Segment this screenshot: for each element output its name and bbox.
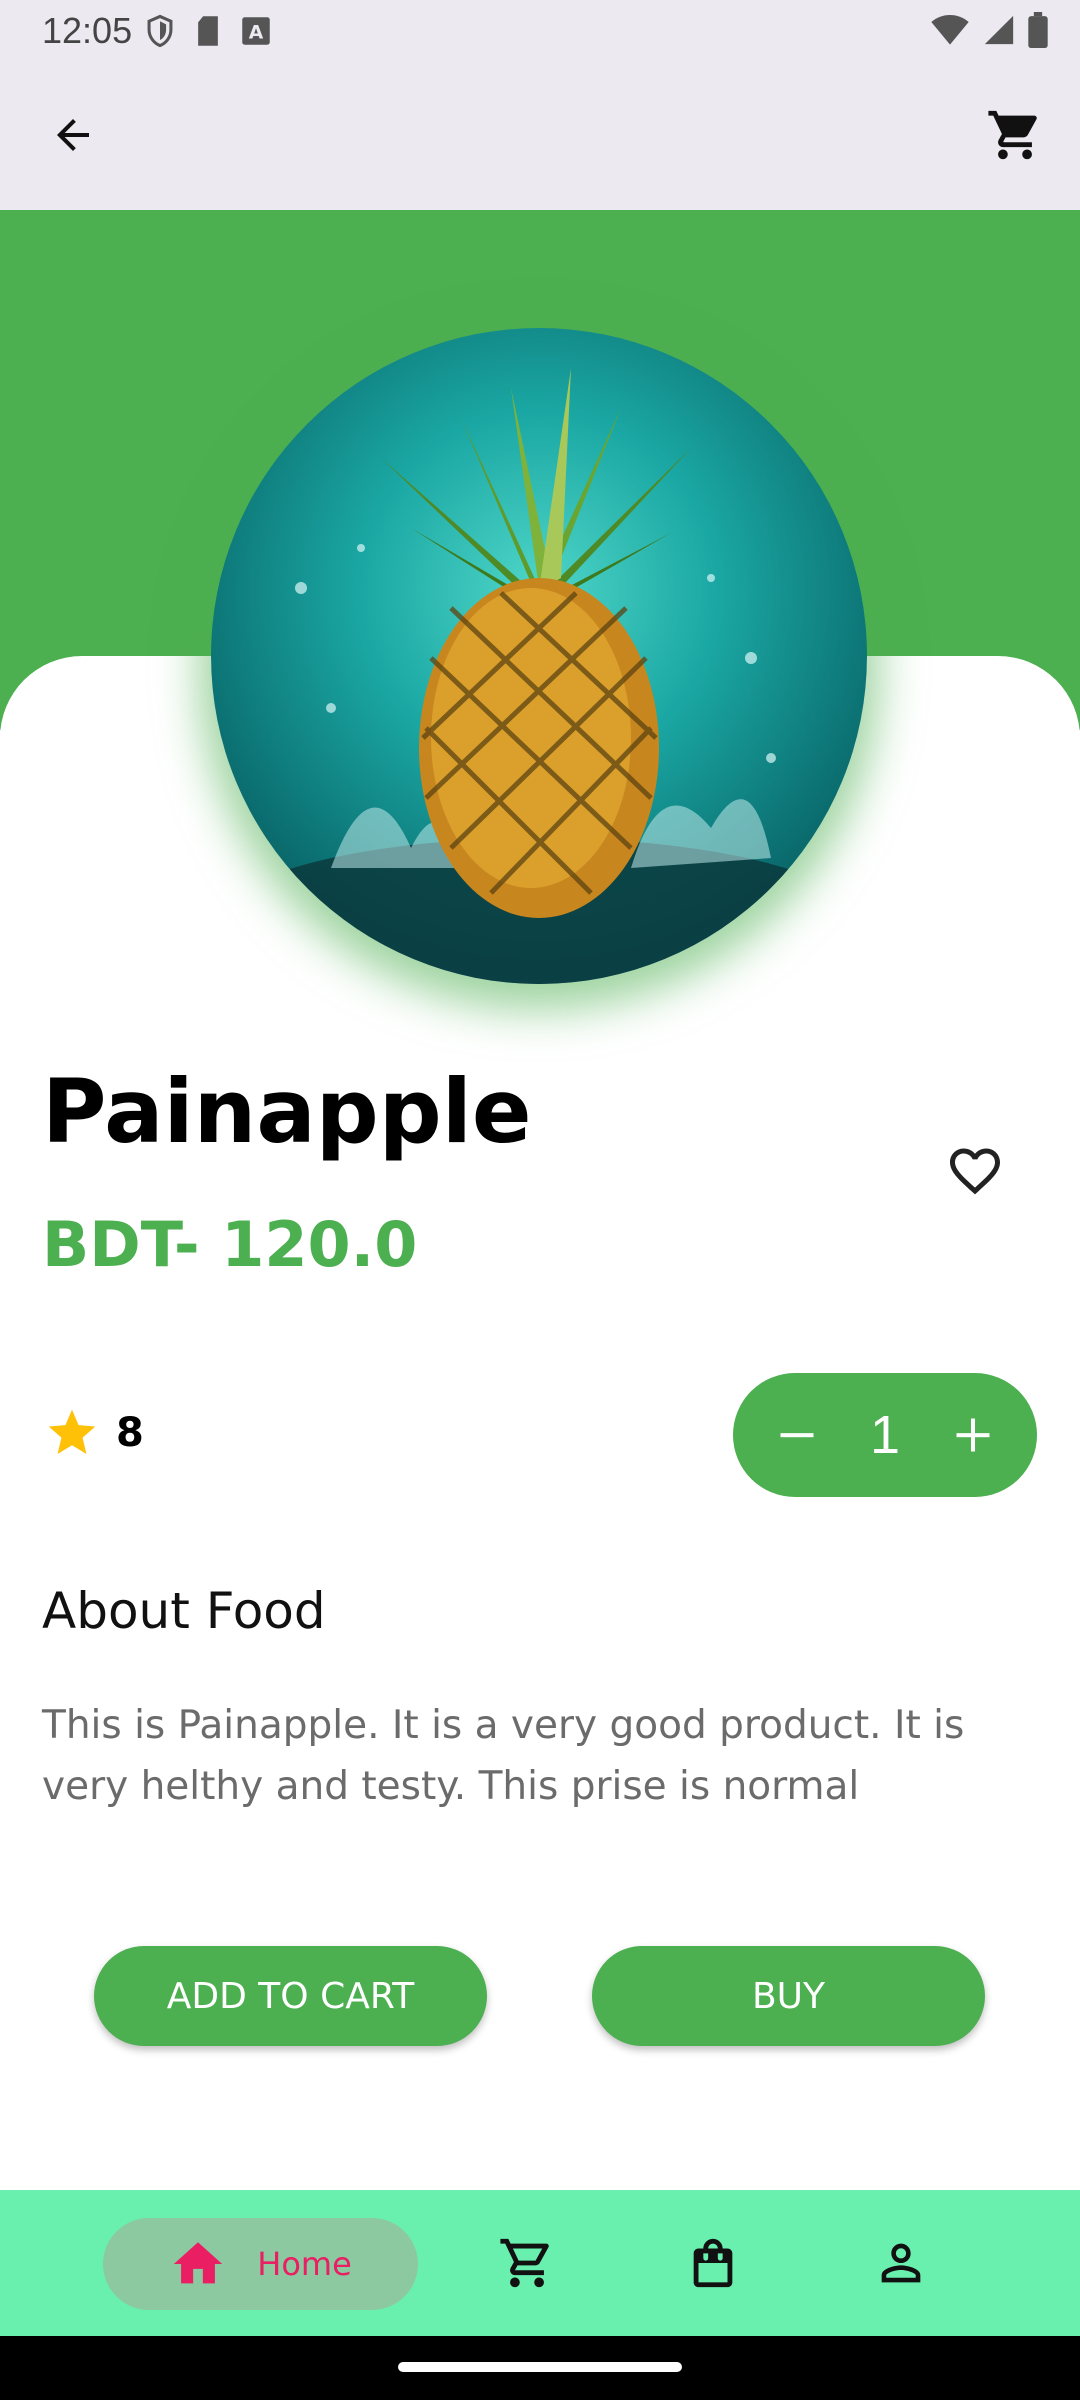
pineapple-illustration (211, 368, 867, 984)
gesture-handle[interactable] (398, 2362, 682, 2372)
decrease-button[interactable] (769, 1407, 825, 1463)
status-bar: 12:05 A (0, 0, 1080, 62)
wifi-icon (930, 14, 970, 50)
heart-outline-icon (950, 1148, 1000, 1195)
home-icon (174, 2242, 223, 2284)
status-time: 12:05 (42, 10, 133, 51)
battery-icon (1028, 12, 1048, 52)
gesture-nav-area (0, 2336, 1080, 2400)
favorite-button[interactable] (942, 1138, 1008, 1204)
svg-text:A: A (249, 23, 264, 44)
nav-item-orders[interactable] (682, 2232, 744, 2294)
add-to-cart-button[interactable]: ADD TO CART (94, 1946, 487, 2046)
about-title: About Food (42, 1582, 326, 1640)
nav-item-cart[interactable] (496, 2232, 558, 2294)
star-icon (48, 1409, 96, 1454)
buy-button[interactable]: BUY (592, 1946, 985, 2046)
product-image (211, 328, 867, 984)
cart-button[interactable] (980, 100, 1050, 170)
increase-button[interactable] (945, 1407, 1001, 1463)
minus-icon (780, 1433, 814, 1438)
cart-icon (988, 110, 1037, 160)
product-price: BDT- 120.0 (42, 1208, 418, 1281)
arrow-back-icon (57, 119, 89, 151)
cart-icon (500, 2238, 549, 2288)
nav-item-home[interactable]: Home (103, 2218, 418, 2310)
rating-value: 8 (116, 1410, 144, 1456)
person-icon (881, 2243, 921, 2283)
quantity-value: 1 (869, 1405, 901, 1465)
status-icons-left: A (145, 14, 271, 52)
plus-icon (956, 1418, 990, 1452)
product-name: Painapple (42, 1060, 532, 1163)
nav-item-profile[interactable] (870, 2232, 932, 2294)
shopping-bag-icon (693, 2238, 733, 2288)
status-icons-right (930, 12, 1048, 52)
shield-icon (145, 14, 175, 52)
signal-icon (982, 13, 1016, 51)
sd-card-icon (195, 15, 221, 51)
rating: 8 (44, 1405, 144, 1461)
app-bar (0, 62, 1080, 210)
quantity-stepper: 1 (733, 1373, 1037, 1497)
product-description: This is Painapple. It is a very good pro… (42, 1703, 965, 1809)
nav-home-label: Home (257, 2245, 352, 2283)
back-button[interactable] (40, 102, 106, 168)
bottom-nav: Home (0, 2190, 1080, 2336)
keyboard-a-icon: A (241, 16, 271, 50)
